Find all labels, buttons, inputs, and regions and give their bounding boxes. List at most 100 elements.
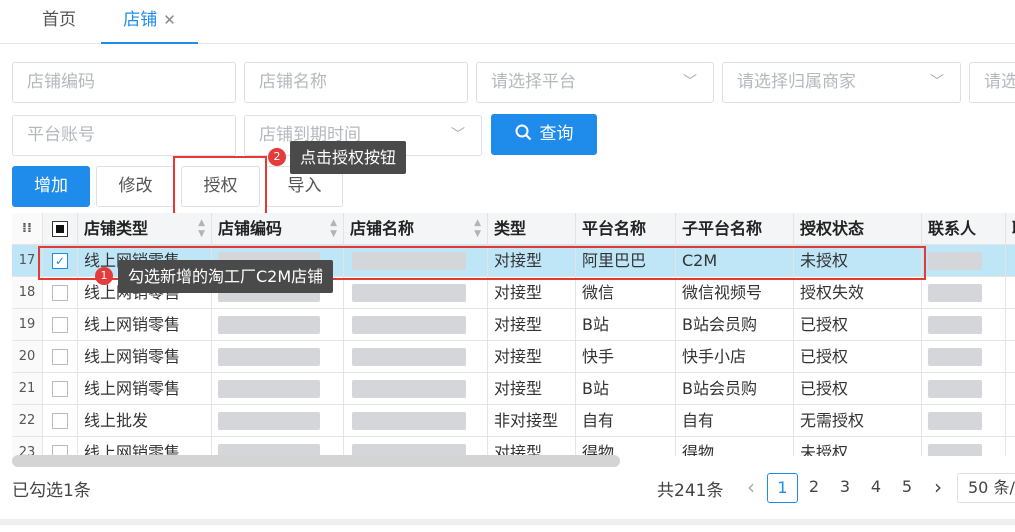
checkbox-icon: [52, 284, 68, 301]
redacted-more-cell: [1006, 245, 1015, 277]
redacted-contact-cell: [922, 405, 1006, 437]
checkbox-icon: [52, 412, 68, 429]
bottom-scroll-track: [0, 519, 1015, 525]
page-size-select[interactable]: 50 条/: [957, 473, 1015, 503]
col-shop-name-label: 店铺名称: [350, 219, 415, 238]
horizontal-scrollbar[interactable]: [12, 455, 620, 467]
redaction-blur: [928, 348, 982, 366]
edit-button[interactable]: 修改: [96, 166, 175, 207]
cell-platform: B站: [576, 309, 676, 341]
cell-sub: 快手小店: [676, 341, 794, 373]
redacted-contact-cell: [922, 277, 1006, 309]
row-checkbox[interactable]: [43, 373, 78, 405]
redacted-contact-cell: [922, 341, 1006, 373]
col-auth-status[interactable]: 授权状态: [794, 213, 922, 245]
checkbox-icon: [52, 316, 68, 333]
cell-platform: 自有: [576, 405, 676, 437]
search-button[interactable]: 查询: [491, 114, 597, 155]
redaction-blur: [218, 316, 320, 334]
row-checkbox[interactable]: [43, 437, 78, 456]
add-button[interactable]: 增加: [12, 166, 90, 207]
redacted-contact-cell: [922, 309, 1006, 341]
step-badge-1: 1: [95, 267, 113, 285]
redacted-code-cell: [212, 373, 344, 405]
redaction-blur: [928, 316, 982, 334]
cell-sub: B站会员购: [676, 309, 794, 341]
col-kind[interactable]: 类型: [488, 213, 576, 245]
merchant-select[interactable]: 请选择归属商家 ﹀: [722, 62, 961, 103]
redacted-contact-cell: [922, 245, 1006, 277]
col-shop-code[interactable]: 店铺编码 ▲ ▼: [212, 213, 344, 245]
col-shop-code-label: 店铺编码: [218, 219, 283, 238]
cell-platform: 得物: [576, 437, 676, 456]
sort-icon[interactable]: ▲ ▼: [198, 218, 205, 240]
step-callout-2: 点击授权按钮: [290, 141, 407, 174]
redaction-blur: [218, 348, 320, 366]
sort-icon[interactable]: ▲ ▼: [330, 218, 337, 240]
tab-shop-label: 店铺: [123, 10, 158, 30]
redacted-more-cell: [1006, 341, 1015, 373]
cell-status: 无需授权: [794, 405, 922, 437]
page-5[interactable]: 5: [896, 473, 918, 503]
cell-type: 线上网销零售: [78, 341, 212, 373]
tab-shop[interactable]: 店铺 ✕: [101, 0, 198, 44]
prev-page-button[interactable]: ‹: [741, 473, 761, 503]
redacted-name-cell: [344, 277, 488, 309]
col-contact[interactable]: 联系人: [922, 213, 1006, 245]
cell-sub: 微信视频号: [676, 277, 794, 309]
page-3[interactable]: 3: [834, 473, 856, 503]
more-select[interactable]: 请选: [969, 62, 1015, 103]
col-more[interactable]: 联: [1006, 213, 1015, 245]
redacted-contact-cell: [922, 437, 1006, 456]
page-4[interactable]: 4: [865, 473, 887, 503]
tab-home[interactable]: 首页: [24, 0, 94, 44]
redaction-blur: [928, 252, 982, 270]
cell-sub: 得物: [676, 437, 794, 456]
redacted-more-cell: [1006, 405, 1015, 437]
redacted-contact-cell: [922, 373, 1006, 405]
row-checkbox[interactable]: [43, 341, 78, 373]
redacted-code-cell: [212, 437, 344, 456]
shop-name-input[interactable]: 店铺名称: [244, 62, 468, 103]
redacted-more-cell: [1006, 309, 1015, 341]
cell-num: 22: [12, 405, 43, 437]
redaction-blur: [928, 380, 982, 398]
shop-code-input[interactable]: 店铺编码: [12, 62, 236, 103]
row-checkbox[interactable]: [43, 277, 78, 309]
col-shop-type-label: 店铺类型: [84, 219, 149, 238]
redaction-blur: [352, 284, 466, 302]
step-badge-2: 2: [268, 148, 286, 166]
redacted-name-cell: [344, 309, 488, 341]
close-icon[interactable]: ✕: [163, 11, 176, 29]
platform-select[interactable]: 请选择平台 ﹀: [476, 62, 714, 103]
page-2[interactable]: 2: [803, 473, 825, 503]
col-platform[interactable]: 平台名称: [576, 213, 676, 245]
row-checkbox[interactable]: [43, 309, 78, 341]
redaction-blur: [352, 380, 466, 398]
cell-kind: 对接型: [488, 309, 576, 341]
cell-status: 已授权: [794, 373, 922, 405]
cell-num: 18: [12, 277, 43, 309]
col-shop-type[interactable]: 店铺类型 ▲ ▼: [78, 213, 212, 245]
cell-kind: 非对接型: [488, 405, 576, 437]
redacted-code-cell: [212, 405, 344, 437]
col-shop-name[interactable]: 店铺名称 ▲ ▼: [344, 213, 488, 245]
redacted-name-cell: [344, 373, 488, 405]
row-checkbox[interactable]: [43, 405, 78, 437]
cell-kind: 对接型: [488, 277, 576, 309]
chevron-down-icon: ﹀: [683, 74, 697, 90]
cell-status: 已授权: [794, 309, 922, 341]
redacted-name-cell: [344, 405, 488, 437]
cell-kind: 对接型: [488, 373, 576, 405]
next-page-button[interactable]: ›: [927, 473, 949, 503]
page-1[interactable]: 1: [767, 473, 798, 503]
cell-status: 未授权: [794, 437, 922, 456]
chevron-down-icon: ﹀: [930, 74, 944, 90]
redaction-blur: [352, 412, 466, 430]
select-all-checkbox[interactable]: [43, 213, 78, 245]
sort-icon[interactable]: ▲ ▼: [474, 218, 481, 240]
column-settings-icon[interactable]: ⁞⁞: [12, 213, 43, 245]
col-sub-platform[interactable]: 子平台名称: [676, 213, 794, 245]
platform-account-input[interactable]: 平台账号: [12, 115, 236, 156]
cell-num: 19: [12, 309, 43, 341]
